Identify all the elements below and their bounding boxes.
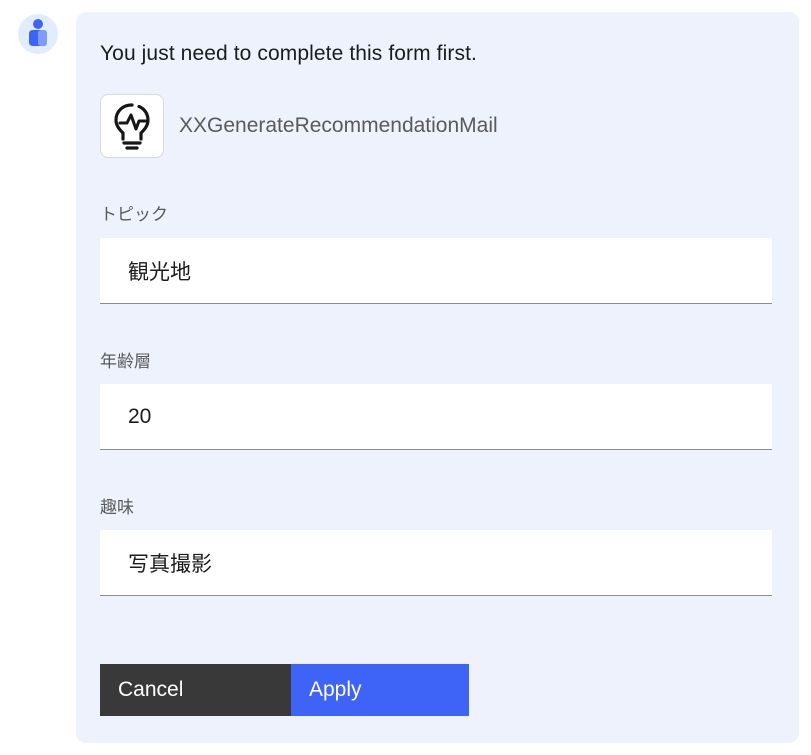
age-group-field-label: 年齢層 xyxy=(100,352,151,371)
hobby-field-label: 趣味 xyxy=(100,498,134,517)
hobby-input[interactable] xyxy=(100,530,772,596)
intro-message: You just need to complete this form firs… xyxy=(100,42,477,65)
age-group-input[interactable] xyxy=(100,384,772,450)
apply-button[interactable]: Apply xyxy=(291,664,469,716)
topic-field-label: トピック xyxy=(100,205,168,224)
form-card: You just need to complete this form firs… xyxy=(76,12,799,743)
chat-message-container: You just need to complete this form firs… xyxy=(0,0,811,755)
tool-header: XXGenerateRecommendationMail xyxy=(100,94,498,158)
tool-name: XXGenerateRecommendationMail xyxy=(179,114,498,137)
assistant-avatar-icon xyxy=(27,17,49,52)
lightbulb-pulse-icon xyxy=(100,94,164,158)
assistant-avatar xyxy=(18,14,58,54)
cancel-button[interactable]: Cancel xyxy=(100,664,291,716)
topic-input[interactable] xyxy=(100,238,772,304)
